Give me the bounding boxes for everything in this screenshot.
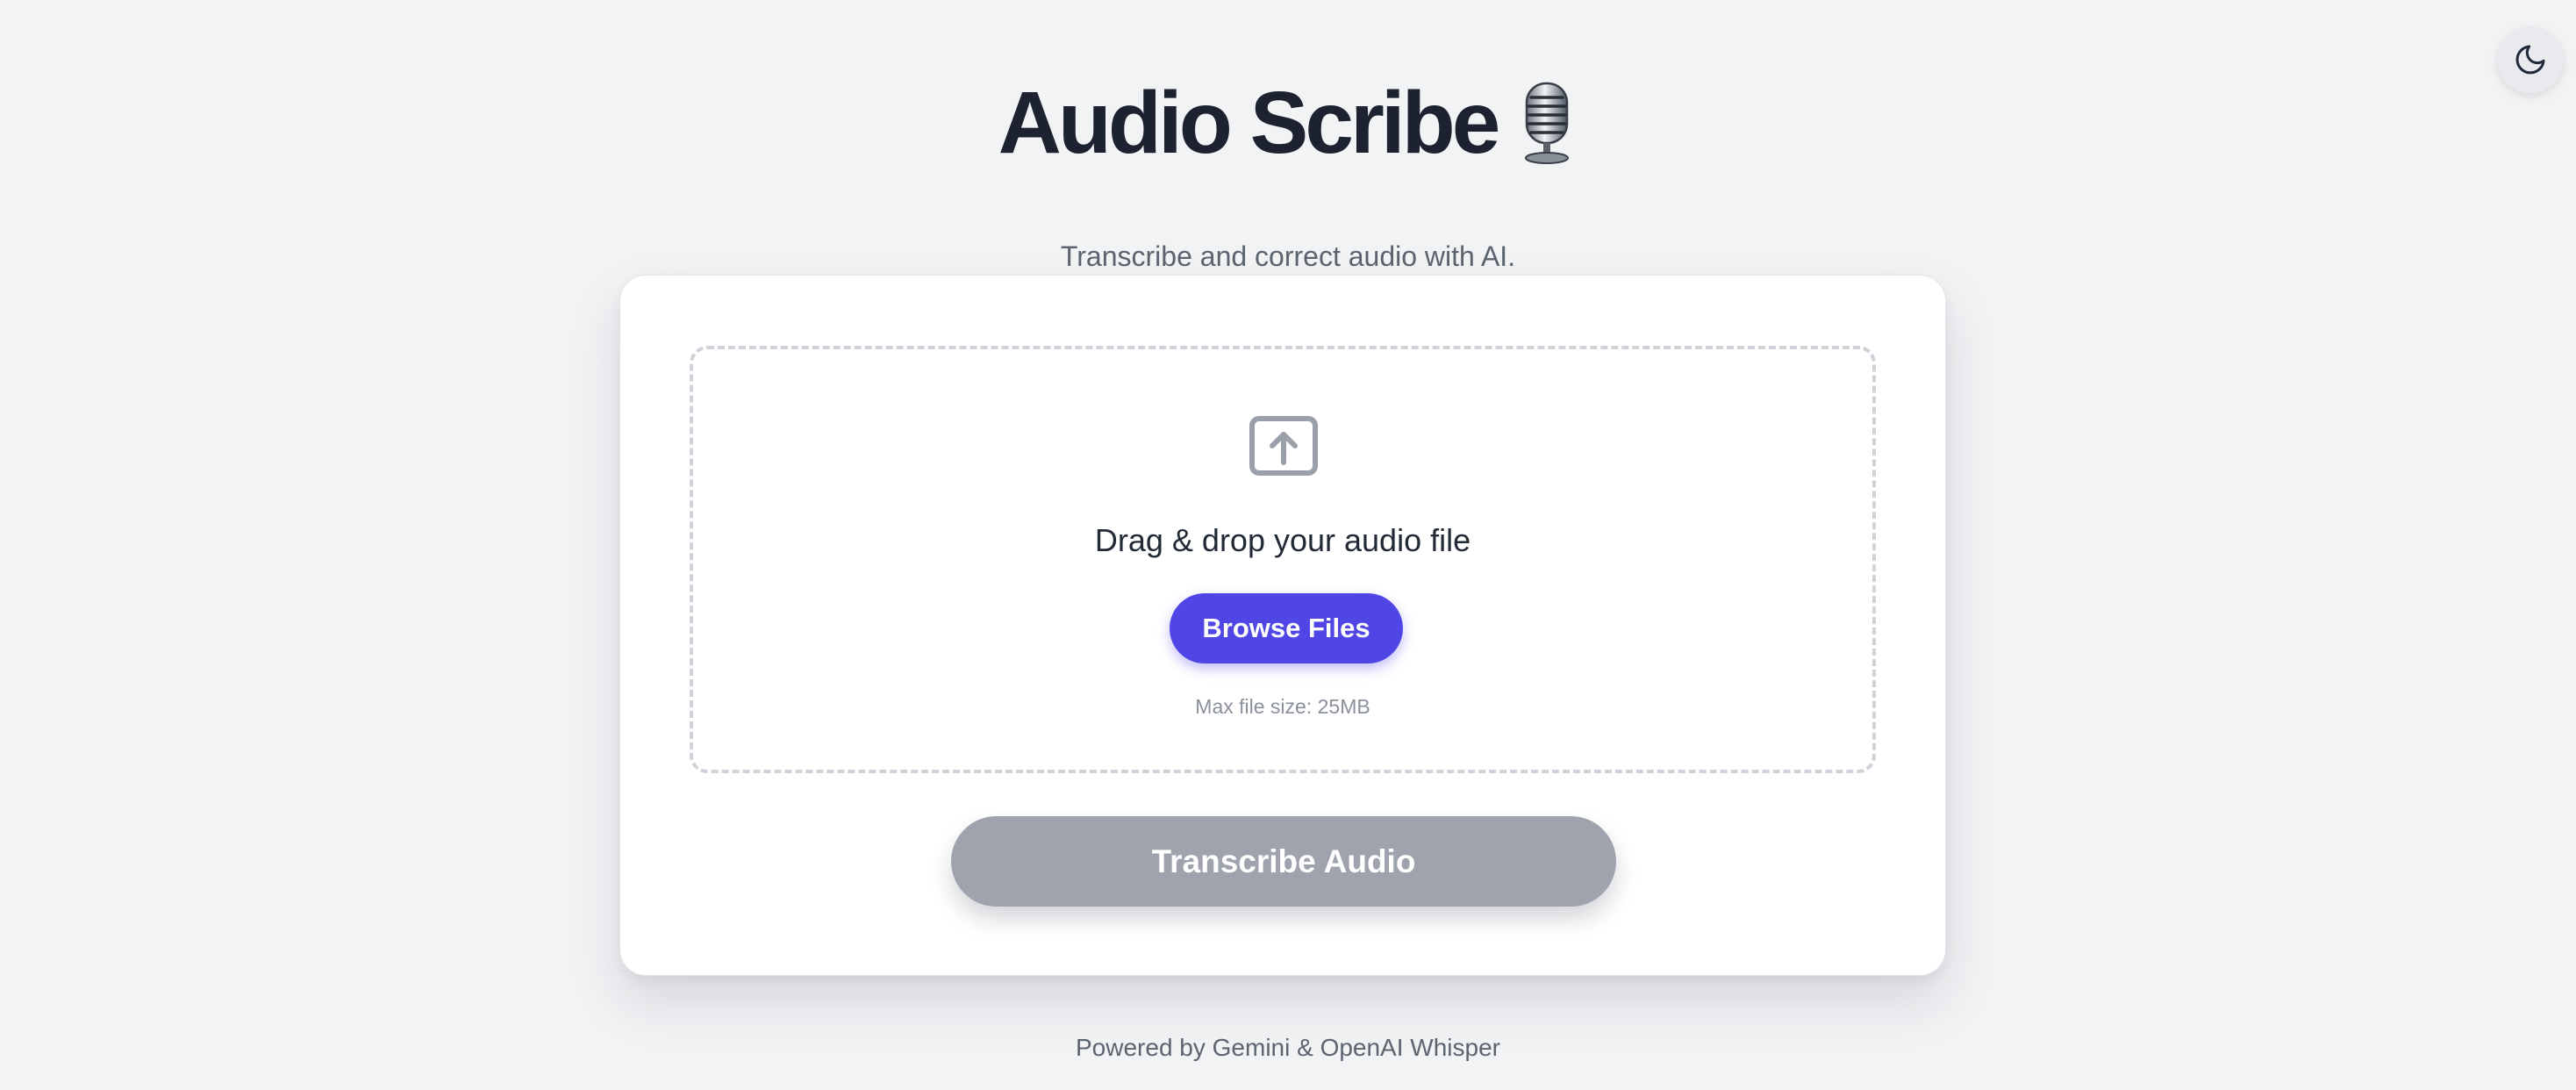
max-file-size-note: Max file size: 25MB [1195,695,1370,718]
title-row: Audio Scribe [0,70,2576,176]
dropzone-prompt: Drag & drop your audio file [1094,522,1471,558]
upload-card: Drag & drop your audio file Browse Files… [619,275,1946,976]
upload-icon [1249,416,1318,476]
browse-files-button[interactable]: Browse Files [1170,593,1403,663]
dropzone[interactable]: Drag & drop your audio file Browse Files… [690,346,1876,773]
microphone-icon [1525,82,1570,164]
page-header: Audio Scribe Transcribe and correct audi [0,70,2576,274]
page-subtitle: Transcribe and correct audio with AI. [1060,240,1516,272]
transcribe-audio-button[interactable]: Transcribe Audio [951,816,1616,907]
footer-text: Powered by Gemini & OpenAI Whisper [1076,1034,1500,1061]
page-title: Audio Scribe [998,74,1501,172]
